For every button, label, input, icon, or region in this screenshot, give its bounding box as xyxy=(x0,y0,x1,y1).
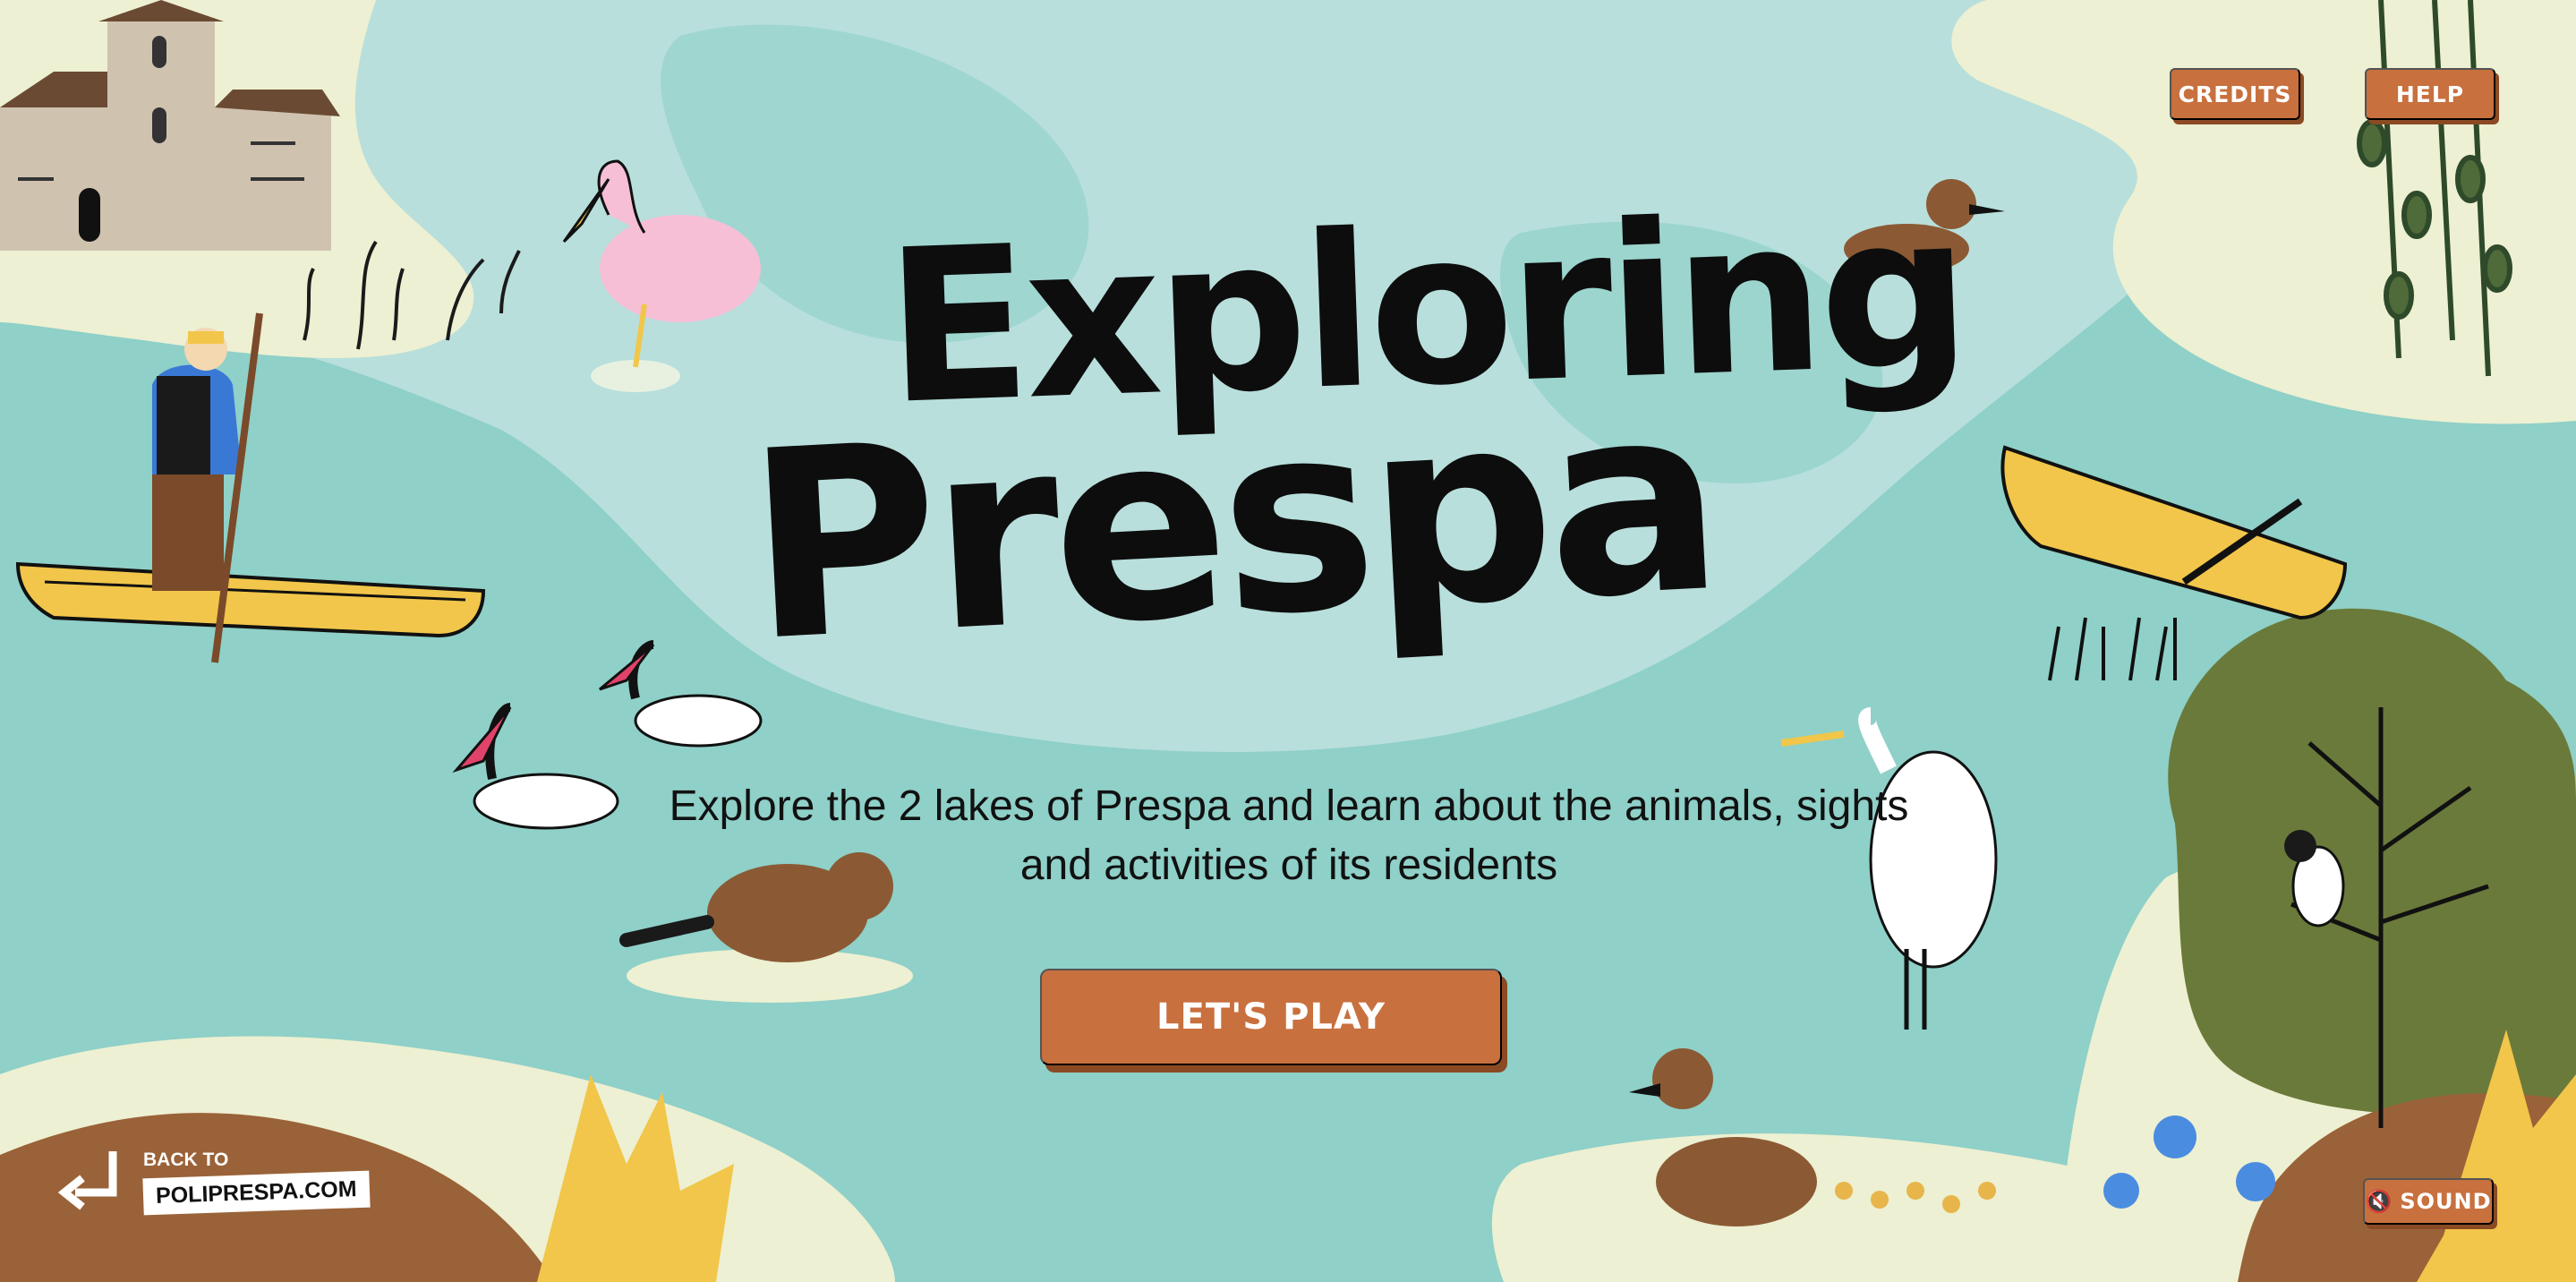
help-button[interactable]: HELP xyxy=(2365,68,2495,120)
description-line-1: Explore the 2 lakes of Prespa and learn … xyxy=(669,782,1909,830)
lake-scene-illustration xyxy=(0,0,2576,1282)
game-description: Explore the 2 lakes of Prespa and learn … xyxy=(627,777,1951,895)
green-hill xyxy=(2168,608,2576,1128)
speaker-muted-icon: 🔇 xyxy=(2365,1189,2393,1214)
description-line-2: and activities of its residents xyxy=(1019,842,1558,889)
site-name-tag: POLIPRESPA.COM xyxy=(142,1170,371,1216)
sound-toggle-button[interactable]: 🔇 SOUND xyxy=(2363,1178,2494,1225)
lets-play-button[interactable]: LET'S PLAY xyxy=(1040,969,1502,1065)
back-to-label: BACK TO xyxy=(143,1150,229,1170)
back-to-site-link[interactable]: BACK TO POLIPRESPA.COM xyxy=(57,1146,371,1226)
credits-button[interactable]: CREDITS xyxy=(2170,68,2300,120)
sound-label: SOUND xyxy=(2400,1189,2492,1214)
return-arrow-icon xyxy=(57,1151,117,1210)
